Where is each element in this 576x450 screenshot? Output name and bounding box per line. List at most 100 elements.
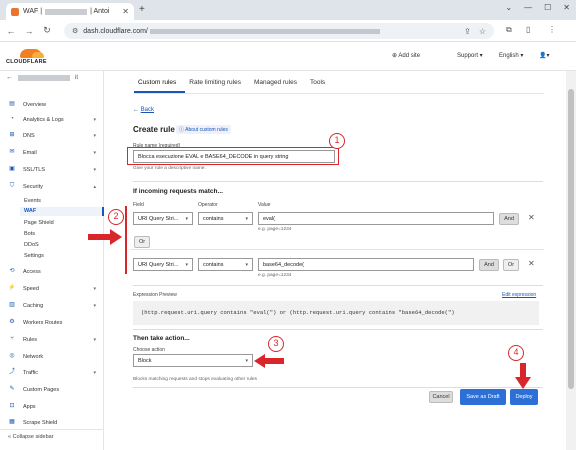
support-menu[interactable]: Support ▾ — [457, 52, 483, 59]
chevron-down-icon: ▾ — [93, 166, 96, 173]
action-select[interactable]: Block ▾ — [133, 354, 253, 367]
field-select[interactable]: URI Query Stri... ▾ — [133, 258, 193, 271]
sidebar-subitem-waf[interactable]: WAF — [20, 207, 104, 216]
chevron-down-icon[interactable]: ⌄ — [505, 3, 512, 12]
add-site-label: Add site — [398, 53, 421, 59]
sidebar-subitem-events[interactable]: Events — [24, 198, 41, 204]
waf-tabs: Custom rules Rate limiting rules Managed… — [134, 77, 334, 93]
remove-condition-icon[interactable]: ✕ — [528, 213, 535, 222]
browser-menu-icon[interactable]: ⋮ — [548, 25, 556, 34]
sidebar-subitem-settings[interactable]: Settings — [24, 253, 44, 259]
scrollbar[interactable] — [566, 71, 576, 450]
sidebar-item-dns[interactable]: ⊞ DNS ▾ — [0, 129, 104, 142]
reload-icon[interactable]: ↻ — [40, 25, 54, 36]
sidebar-subitem-page-shield[interactable]: Page Shield — [24, 220, 54, 226]
back-arrow-icon[interactable]: ← — [6, 74, 13, 81]
tab-rate-limiting-rules[interactable]: Rate limiting rules — [185, 77, 250, 93]
sidebar-item-traffic[interactable]: ⤴ Traffic ▾ — [0, 366, 104, 379]
sidebar-item-label: SSL/TLS — [23, 166, 46, 173]
user-menu-icon[interactable]: 👤▾ — [539, 52, 549, 59]
share-icon[interactable]: ⇪ — [464, 27, 471, 36]
language-menu[interactable]: English ▾ — [499, 52, 523, 59]
back-arrow-icon[interactable]: ← — [4, 26, 18, 36]
sidebar-subitem-bots[interactable]: Bots — [24, 231, 35, 237]
sidebar-item-analytics[interactable]: ◔ Analytics & Logs ▾ — [0, 113, 104, 126]
network-icon: ◎ — [9, 353, 15, 359]
save-draft-button[interactable]: Save as Draft — [460, 389, 506, 405]
annotation-bracket — [125, 206, 127, 274]
chevron-down-icon: ▾ — [93, 132, 96, 139]
page-title: Create rule — [133, 125, 175, 134]
tab-title-prefix: WAF | — [23, 8, 43, 15]
and-button[interactable]: And — [479, 259, 499, 271]
sidebar-item-label: Overview — [23, 101, 46, 108]
sidebar-panel-icon[interactable]: ▯ — [526, 25, 530, 34]
remove-condition-icon[interactable]: ✕ — [528, 259, 535, 268]
sidebar-item-label: Rules — [23, 336, 38, 343]
annotation-step-3: 3 — [268, 336, 284, 352]
rules-icon: ⑂ — [10, 336, 14, 342]
redacted-account-name — [18, 74, 70, 81]
sidebar-item-caching[interactable]: ▥ Caching ▾ — [0, 299, 104, 312]
sidebar-item-email[interactable]: ✉ Email ▾ — [0, 146, 104, 159]
new-tab-icon[interactable]: + — [139, 4, 145, 15]
bookmark-star-icon[interactable]: ☆ — [479, 27, 486, 36]
tab-custom-rules[interactable]: Custom rules — [134, 77, 186, 93]
tab-managed-rules[interactable]: Managed rules — [250, 77, 306, 93]
sidebar-item-label: Security — [23, 183, 43, 190]
tab-tools[interactable]: Tools — [306, 77, 334, 93]
or-button[interactable]: Or — [134, 236, 150, 248]
site-info-icon[interactable]: ⚙ — [72, 27, 78, 35]
cloudflare-logo[interactable]: CLOUDFLARE — [6, 47, 54, 67]
sidebar-item-label: Analytics & Logs — [23, 116, 64, 123]
url-text: dash.cloudflare.com/ — [83, 27, 148, 35]
collapse-sidebar-button[interactable]: « Collapse sidebar — [8, 434, 54, 440]
deploy-button[interactable]: Deploy — [510, 389, 538, 405]
back-link[interactable]: ← Back — [133, 107, 154, 113]
sidebar-item-security[interactable]: ⛉ Security ▴ — [0, 180, 104, 193]
about-label: About custom rules — [185, 127, 228, 133]
chevron-down-icon: ▾ — [93, 336, 96, 343]
extensions-icon[interactable]: ⧉ — [506, 25, 512, 35]
url-field[interactable]: ⚙ dash.cloudflare.com/ ⇪ ☆ — [64, 23, 494, 39]
cancel-button[interactable]: Cancel — [429, 391, 453, 403]
sidebar-item-speed[interactable]: ⚡ Speed ▾ — [0, 282, 104, 295]
sidebar-item-apps[interactable]: ⊡ Apps — [0, 400, 104, 413]
edit-expression-link[interactable]: Edit expression — [502, 292, 536, 298]
close-window-icon[interactable]: ✕ — [563, 3, 570, 12]
value-input[interactable]: base64_decode( — [258, 258, 474, 271]
forward-arrow-icon[interactable]: → — [22, 26, 36, 36]
or-button[interactable]: Or — [503, 259, 519, 271]
sidebar-item-access[interactable]: ⟲ Access — [0, 265, 104, 278]
email-icon: ✉ — [9, 149, 15, 155]
annotation-step-2: 2 — [108, 209, 124, 225]
lock-icon: ▣ — [9, 166, 15, 172]
sidebar-item-network[interactable]: ◎ Network — [0, 350, 104, 363]
sidebar-item-rules[interactable]: ⑂ Rules ▾ — [0, 333, 104, 346]
value-input[interactable]: eval( — [258, 212, 494, 225]
annotation-arrow-right-icon — [88, 229, 122, 245]
sidebar-subitem-ddos[interactable]: DDoS — [24, 242, 39, 248]
operator-select[interactable]: contains ▾ — [198, 258, 253, 271]
sidebar-item-custom-pages[interactable]: ✎ Custom Pages — [0, 383, 104, 396]
minimize-icon[interactable]: — — [524, 3, 532, 12]
expression-preview-label: Expression Preview — [133, 292, 177, 298]
apps-icon: ⊡ — [9, 403, 15, 409]
maximize-icon[interactable]: ☐ — [544, 3, 551, 12]
close-tab-icon[interactable]: ✕ — [122, 7, 129, 16]
about-custom-rules-link[interactable]: ⓘ About custom rules — [176, 125, 231, 134]
account-switcher[interactable]: ← it — [6, 74, 78, 81]
sidebar-item-workers-routes[interactable]: ⚙ Workers Routes — [0, 316, 104, 329]
sidebar-item-ssl-tls[interactable]: ▣ SSL/TLS ▾ — [0, 163, 104, 176]
scrollbar-thumb[interactable] — [568, 89, 574, 389]
divider — [133, 181, 543, 182]
and-button[interactable]: And — [499, 213, 519, 225]
operator-select[interactable]: contains ▾ — [198, 212, 253, 225]
sidebar-item-overview[interactable]: ▤ Overview — [0, 98, 104, 111]
add-site-button[interactable]: ⊕ Add site — [392, 52, 420, 59]
sidebar-item-scrape-shield[interactable]: ▦ Scrape Shield — [0, 416, 104, 429]
rule-name-hint: Give your rule a descriptive name. — [133, 166, 206, 171]
field-select[interactable]: URI Query Stri... ▾ — [133, 212, 193, 225]
browser-tab[interactable]: WAF | | Antoi ✕ — [6, 3, 134, 20]
action-hint: Blocks matching requests and stops evalu… — [133, 377, 257, 382]
